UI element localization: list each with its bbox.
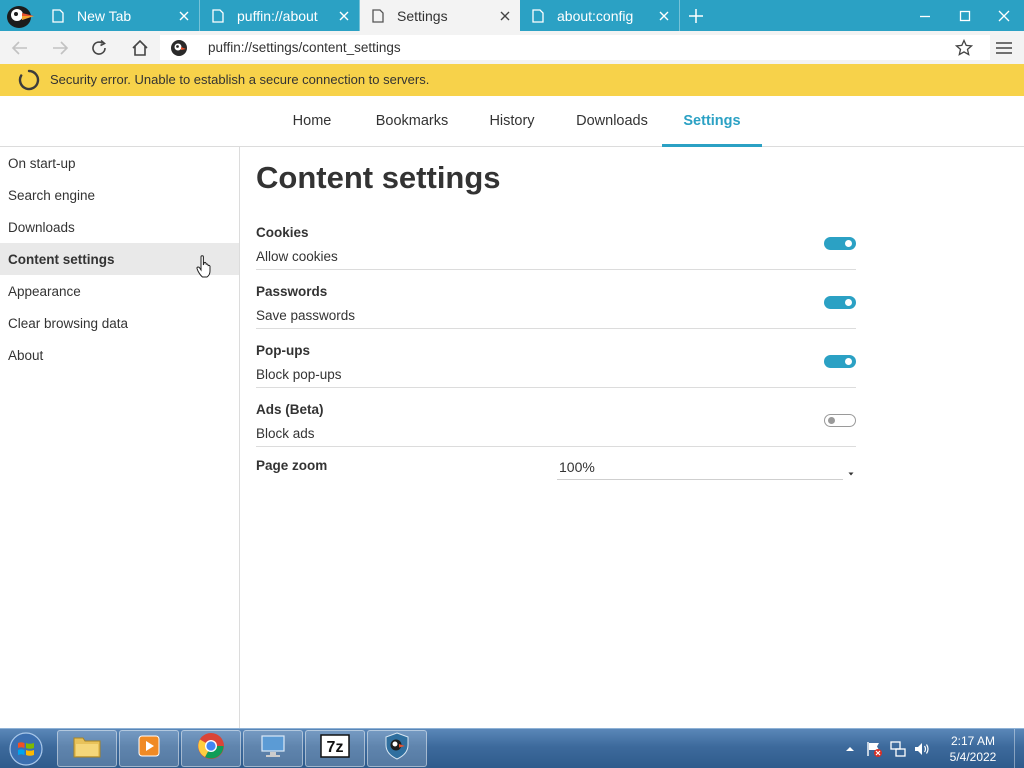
nav-history[interactable]: History [472, 96, 552, 146]
close-window-button[interactable] [984, 0, 1024, 31]
setting-row-cookies: Cookies Allow cookies [256, 211, 856, 270]
tab-title: Settings [397, 7, 448, 24]
setting-row-pop-ups: Pop-ups Block pop-ups [256, 329, 856, 388]
setting-description: Block ads [256, 426, 315, 441]
passwords-toggle[interactable] [824, 296, 856, 309]
taskbar-puffin-browser[interactable] [367, 730, 427, 767]
toggle-knob [828, 417, 835, 424]
forward-button[interactable] [45, 31, 75, 64]
setting-name: Cookies [256, 225, 309, 240]
tab-new-tab[interactable]: New Tab [40, 0, 200, 31]
chrome-icon [197, 732, 225, 765]
home-button[interactable] [125, 31, 155, 64]
toggle-knob [845, 358, 852, 365]
new-tab-button[interactable] [682, 0, 710, 31]
page-zoom-label: Page zoom [256, 458, 328, 473]
start-button[interactable] [4, 731, 48, 767]
security-warning-bar: Security error. Unable to establish a se… [0, 64, 1024, 96]
setting-description: Save passwords [256, 308, 356, 323]
setting-name: Pop-ups [256, 343, 310, 358]
page-title: Content settings [256, 160, 501, 195]
puffin-logo-icon[interactable] [0, 0, 40, 31]
toggle-knob [845, 240, 852, 247]
network-icon[interactable] [888, 729, 908, 768]
document-icon [532, 8, 546, 23]
nav-settings[interactable]: Settings [662, 96, 762, 147]
monitor-icon [259, 733, 287, 764]
tab-title: puffin://about [237, 7, 318, 24]
dropdown-caret-icon [847, 464, 855, 476]
taskbar-file-explorer[interactable] [57, 730, 117, 767]
tab-title: about:config [557, 7, 634, 24]
sidebar-item-about[interactable]: About [0, 339, 239, 371]
clock-date: 5/4/2022 [949, 750, 997, 764]
close-tab-icon[interactable] [490, 0, 520, 31]
taskbar-7zip[interactable]: 7z [305, 730, 365, 767]
close-tab-icon[interactable] [329, 0, 359, 31]
warning-message: Security error. Unable to establish a se… [50, 72, 430, 87]
setting-row-passwords: Passwords Save passwords [256, 270, 856, 329]
setting-name: Ads (Beta) [256, 402, 324, 417]
sidebar-item-search-engine[interactable]: Search engine [0, 179, 239, 211]
setting-description: Block pop-ups [256, 367, 342, 382]
document-icon [212, 8, 226, 23]
show-desktop-button[interactable] [1014, 729, 1024, 768]
document-icon [372, 8, 386, 23]
tab-about-config[interactable]: about:config [520, 0, 680, 31]
tab-strip: New Tab puffin://about Settings about:co… [0, 0, 1024, 31]
address-bar[interactable]: puffin://settings/content_settings [160, 35, 990, 60]
sidebar-item-downloads[interactable]: Downloads [0, 211, 239, 243]
reload-button[interactable] [84, 31, 114, 64]
tab-title: New Tab [77, 7, 132, 24]
show-hidden-icons-button[interactable] [842, 729, 858, 768]
action-center-flag-icon[interactable] [864, 729, 884, 768]
maximize-button[interactable] [945, 0, 985, 31]
nav-bookmarks[interactable]: Bookmarks [362, 96, 462, 146]
cookies-toggle[interactable] [824, 237, 856, 250]
nav-downloads[interactable]: Downloads [562, 96, 662, 146]
clock-time: 2:17 AM [950, 734, 996, 748]
setting-description: Allow cookies [256, 249, 338, 264]
loading-spinner-icon [18, 69, 40, 91]
close-tab-icon[interactable] [169, 0, 199, 31]
taskbar-remote-desktop[interactable] [243, 730, 303, 767]
url-text[interactable]: puffin://settings/content_settings [208, 40, 401, 55]
document-icon [52, 8, 66, 23]
windows-taskbar: 7z 2:17 AM 5/4/2022 [0, 728, 1024, 768]
puffin-shield-icon [384, 732, 410, 765]
bookmark-star-icon[interactable] [949, 31, 979, 64]
setting-name: Passwords [256, 284, 328, 299]
tab-settings[interactable]: Settings [360, 0, 520, 31]
minimize-button[interactable] [905, 0, 945, 31]
sidebar-item-on-start-up[interactable]: On start-up [0, 147, 239, 179]
sidebar-item-appearance[interactable]: Appearance [0, 275, 239, 307]
settings-top-nav: Home Bookmarks History Downloads Setting… [0, 96, 1024, 147]
volume-icon[interactable] [912, 729, 932, 768]
svg-text:7z: 7z [327, 739, 344, 756]
tab-puffin-about[interactable]: puffin://about [200, 0, 360, 31]
setting-row-ads: Ads (Beta) Block ads [256, 388, 856, 447]
pop-ups-toggle[interactable] [824, 355, 856, 368]
hand-cursor-icon [196, 255, 214, 279]
sidebar-item-clear-browsing-data[interactable]: Clear browsing data [0, 307, 239, 339]
media-player-icon [136, 733, 162, 764]
page-zoom-select[interactable]: 100% [557, 456, 854, 480]
system-clock[interactable]: 2:17 AM 5/4/2022 [936, 733, 1010, 765]
ads-toggle[interactable] [824, 414, 856, 427]
taskbar-media-player[interactable] [119, 730, 179, 767]
puffin-site-icon [170, 39, 188, 57]
taskbar-chrome[interactable] [181, 730, 241, 767]
menu-icon[interactable] [989, 31, 1019, 64]
toggle-knob [845, 299, 852, 306]
7zip-icon: 7z [320, 734, 350, 763]
close-tab-icon[interactable] [649, 0, 679, 31]
page-zoom-value: 100% [559, 459, 595, 475]
folder-icon [72, 733, 102, 764]
settings-sidebar: On start-up Search engine Downloads Cont… [0, 147, 240, 728]
back-button[interactable] [5, 31, 35, 64]
nav-home[interactable]: Home [272, 96, 352, 146]
browser-toolbar: puffin://settings/content_settings [0, 31, 1024, 64]
